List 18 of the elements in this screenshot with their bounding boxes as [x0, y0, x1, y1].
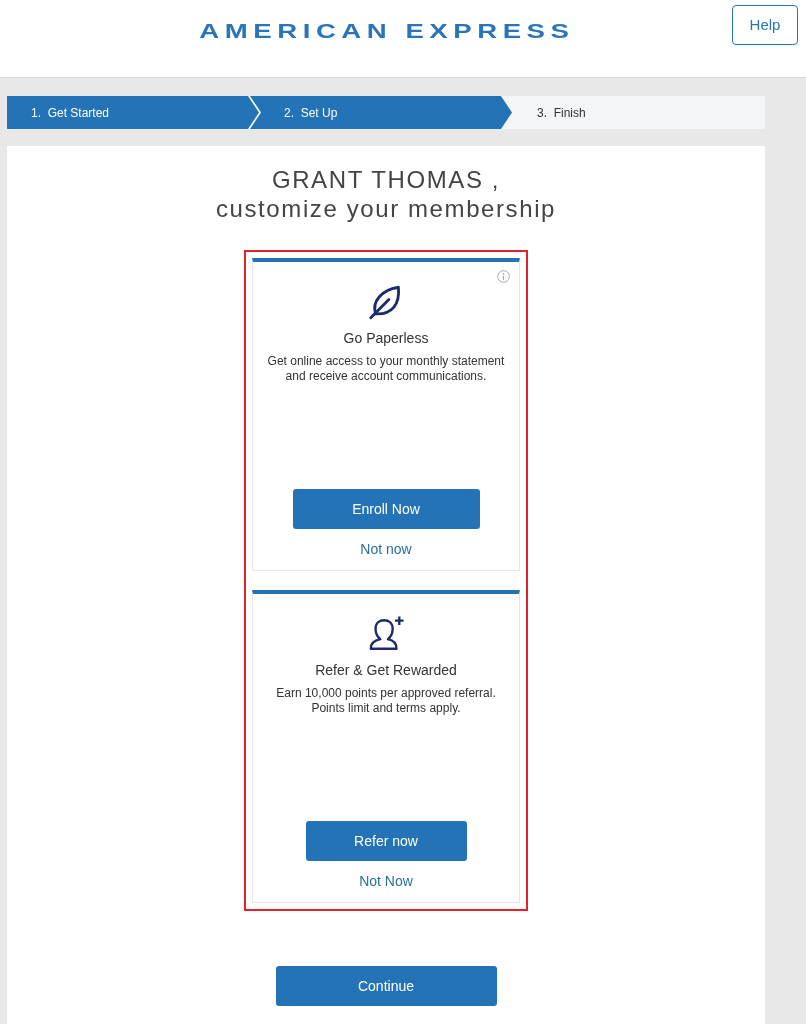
not-now-link[interactable]: Not now [360, 539, 412, 559]
not-now-link[interactable]: Not Now [359, 871, 413, 891]
progress-step: 1. Get Started [7, 96, 259, 129]
brand-logo: AMERICAN EXPRESS [199, 21, 575, 41]
page-subtitle: customize your membership [215, 194, 557, 223]
progress-step: 3. Finish [503, 96, 765, 129]
help-button[interactable]: Help [732, 5, 798, 45]
progress-step: 2. Set Up [250, 96, 512, 129]
offer-title: Go Paperless [343, 329, 429, 348]
offer-action-button[interactable]: Refer now [305, 821, 467, 861]
continue-button[interactable]: Continue [275, 966, 497, 1006]
offer-title: Refer & Get Rewarded [315, 661, 457, 680]
greeting-name: GRANT THOMAS , [271, 165, 501, 194]
person-plus-icon [367, 615, 405, 652]
offer-action-button[interactable]: Enroll Now [292, 489, 480, 529]
offer-description: Get online access to your monthly statement and receive account communications. [266, 354, 506, 384]
info-icon[interactable] [497, 270, 510, 283]
offer-description: Earn 10,000 points per approved referral. Points limit and terms apply. [275, 686, 497, 716]
